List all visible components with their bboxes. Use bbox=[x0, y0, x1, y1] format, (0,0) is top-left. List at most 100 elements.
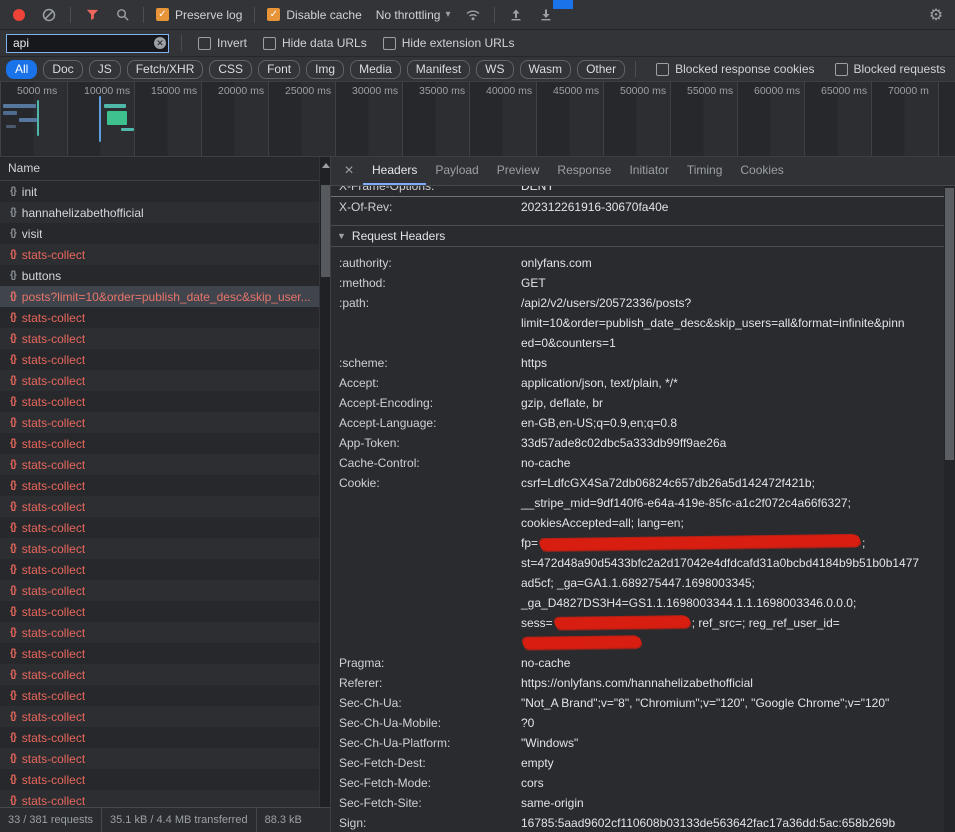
network-conditions-button[interactable] bbox=[460, 3, 486, 27]
preserve-log-checkbox[interactable]: Preserve log bbox=[152, 8, 246, 22]
type-filter-chip-wasm[interactable]: Wasm bbox=[520, 60, 572, 79]
request-list-panel: Name {}init{}hannahelizabethofficial{}vi… bbox=[0, 157, 331, 832]
request-row[interactable]: {}buttons bbox=[0, 265, 330, 286]
tab-headers[interactable]: Headers bbox=[363, 157, 426, 185]
request-row[interactable]: {}stats-collect bbox=[0, 748, 330, 769]
toolbar-divider bbox=[143, 7, 144, 23]
filter-checkbox-blocked-response-cookies[interactable]: Blocked response cookies bbox=[652, 62, 818, 76]
type-filter-chip-media[interactable]: Media bbox=[350, 60, 401, 79]
request-name: init bbox=[22, 185, 37, 199]
request-row[interactable]: {}stats-collect bbox=[0, 727, 330, 748]
type-filter-chip-fetch-xhr[interactable]: Fetch/XHR bbox=[127, 60, 204, 79]
header-row: Sec-Ch-Ua:"Not_A Brand";v="8", "Chromium… bbox=[331, 693, 944, 713]
toolbar-divider bbox=[70, 7, 71, 23]
request-row[interactable]: {}stats-collect bbox=[0, 580, 330, 601]
header-name: Cookie: bbox=[331, 473, 521, 493]
search-icon bbox=[115, 7, 130, 22]
hide-extension-urls-checkbox[interactable]: Hide extension URLs bbox=[379, 36, 519, 50]
type-filter-chip-other[interactable]: Other bbox=[577, 60, 625, 79]
tab-cookies[interactable]: Cookies bbox=[731, 157, 792, 185]
header-name: :scheme: bbox=[331, 353, 521, 373]
waterfall-bar bbox=[19, 118, 37, 122]
request-row[interactable]: {}stats-collect bbox=[0, 601, 330, 622]
name-column-header[interactable]: Name bbox=[0, 157, 330, 181]
request-row[interactable]: {}stats-collect bbox=[0, 664, 330, 685]
disable-cache-checkbox[interactable]: Disable cache bbox=[263, 8, 365, 22]
request-row[interactable]: {}stats-collect bbox=[0, 454, 330, 475]
clear-filter-icon[interactable] bbox=[154, 37, 166, 49]
request-row[interactable]: {}stats-collect bbox=[0, 391, 330, 412]
request-row[interactable]: {}visit bbox=[0, 223, 330, 244]
filter-input-wrap bbox=[6, 34, 169, 53]
type-filter-chip-ws[interactable]: WS bbox=[476, 60, 513, 79]
script-file-icon: {} bbox=[10, 711, 16, 722]
request-name: stats-collect bbox=[22, 500, 85, 514]
tab-payload[interactable]: Payload bbox=[426, 157, 487, 185]
request-row[interactable]: {}stats-collect bbox=[0, 496, 330, 517]
header-value: /api2/v2/users/20572336/posts?limit=10&o… bbox=[521, 293, 944, 353]
clear-button[interactable] bbox=[36, 3, 62, 27]
filter-input[interactable] bbox=[6, 34, 169, 53]
type-filter-chip-img[interactable]: Img bbox=[306, 60, 344, 79]
tab-timing[interactable]: Timing bbox=[678, 157, 732, 185]
request-row[interactable]: {}stats-collect bbox=[0, 433, 330, 454]
tab-initiator[interactable]: Initiator bbox=[620, 157, 677, 185]
request-name: stats-collect bbox=[22, 332, 85, 346]
request-row[interactable]: {}stats-collect bbox=[0, 412, 330, 433]
request-row[interactable]: {}stats-collect bbox=[0, 769, 330, 790]
request-row[interactable]: {}stats-collect bbox=[0, 475, 330, 496]
scrollbar-thumb[interactable] bbox=[945, 188, 954, 460]
import-har-button[interactable] bbox=[503, 3, 529, 27]
scrollbar-thumb[interactable] bbox=[321, 185, 330, 277]
tab-preview[interactable]: Preview bbox=[488, 157, 549, 185]
request-name: stats-collect bbox=[22, 647, 85, 661]
header-name: Referer: bbox=[331, 673, 521, 693]
request-name: stats-collect bbox=[22, 248, 85, 262]
filter-checkbox-blocked-requests[interactable]: Blocked requests bbox=[831, 62, 950, 76]
invert-checkbox[interactable]: Invert bbox=[194, 36, 251, 50]
request-row[interactable]: {}stats-collect bbox=[0, 307, 330, 328]
type-filter-chip-all[interactable]: All bbox=[6, 60, 37, 79]
type-filter-chip-css[interactable]: CSS bbox=[209, 60, 252, 79]
hide-data-urls-checkbox[interactable]: Hide data URLs bbox=[259, 36, 371, 50]
search-button[interactable] bbox=[109, 3, 135, 27]
request-row[interactable]: {}stats-collect bbox=[0, 622, 330, 643]
request-row[interactable]: {}stats-collect bbox=[0, 370, 330, 391]
type-filter-chip-doc[interactable]: Doc bbox=[43, 60, 82, 79]
header-name: Sec-Fetch-Mode: bbox=[331, 773, 521, 793]
close-details-button[interactable] bbox=[339, 163, 359, 179]
record-button[interactable] bbox=[6, 3, 32, 27]
details-tabs-row: HeadersPayloadPreviewResponseInitiatorTi… bbox=[331, 157, 955, 186]
type-filter-chip-manifest[interactable]: Manifest bbox=[407, 60, 470, 79]
throttling-dropdown[interactable]: No throttling bbox=[370, 8, 457, 22]
request-row[interactable]: {}hannahelizabethofficial bbox=[0, 202, 330, 223]
request-row[interactable]: {}stats-collect bbox=[0, 538, 330, 559]
request-name: stats-collect bbox=[22, 584, 85, 598]
request-row[interactable]: {}init bbox=[0, 181, 330, 202]
script-file-icon: {} bbox=[10, 438, 16, 449]
timeline-tick-label: 35000 ms bbox=[419, 85, 465, 97]
tab-response[interactable]: Response bbox=[548, 157, 620, 185]
header-row: Sec-Ch-Ua-Platform:"Windows" bbox=[331, 733, 944, 753]
request-row[interactable]: {}stats-collect bbox=[0, 244, 330, 265]
type-filter-chip-js[interactable]: JS bbox=[89, 60, 121, 79]
request-row[interactable]: {}stats-collect bbox=[0, 706, 330, 727]
script-file-icon: {} bbox=[10, 606, 16, 617]
request-row[interactable]: {}stats-collect bbox=[0, 349, 330, 370]
filter-toggle-button[interactable] bbox=[79, 3, 105, 27]
request-row[interactable]: {}stats-collect bbox=[0, 328, 330, 349]
settings-button[interactable] bbox=[923, 3, 949, 27]
type-filter-chip-font[interactable]: Font bbox=[258, 60, 300, 79]
request-row[interactable]: {}stats-collect bbox=[0, 790, 330, 807]
request-row[interactable]: {}stats-collect bbox=[0, 559, 330, 580]
timeline-overview[interactable]: 5000 ms10000 ms15000 ms20000 ms25000 ms3… bbox=[0, 82, 955, 157]
request-row[interactable]: {}stats-collect bbox=[0, 643, 330, 664]
details-scrollbar[interactable] bbox=[944, 186, 955, 832]
request-row[interactable]: {}stats-collect bbox=[0, 685, 330, 706]
request-row[interactable]: {}stats-collect bbox=[0, 517, 330, 538]
scroll-up-arrow-icon[interactable] bbox=[322, 163, 330, 168]
request-list-scrollbar[interactable] bbox=[319, 157, 330, 807]
header-row: :scheme:https bbox=[331, 353, 944, 373]
request-headers-section[interactable]: Request Headers bbox=[331, 225, 944, 247]
request-row[interactable]: {}posts?limit=10&order=publish_date_desc… bbox=[0, 286, 330, 307]
